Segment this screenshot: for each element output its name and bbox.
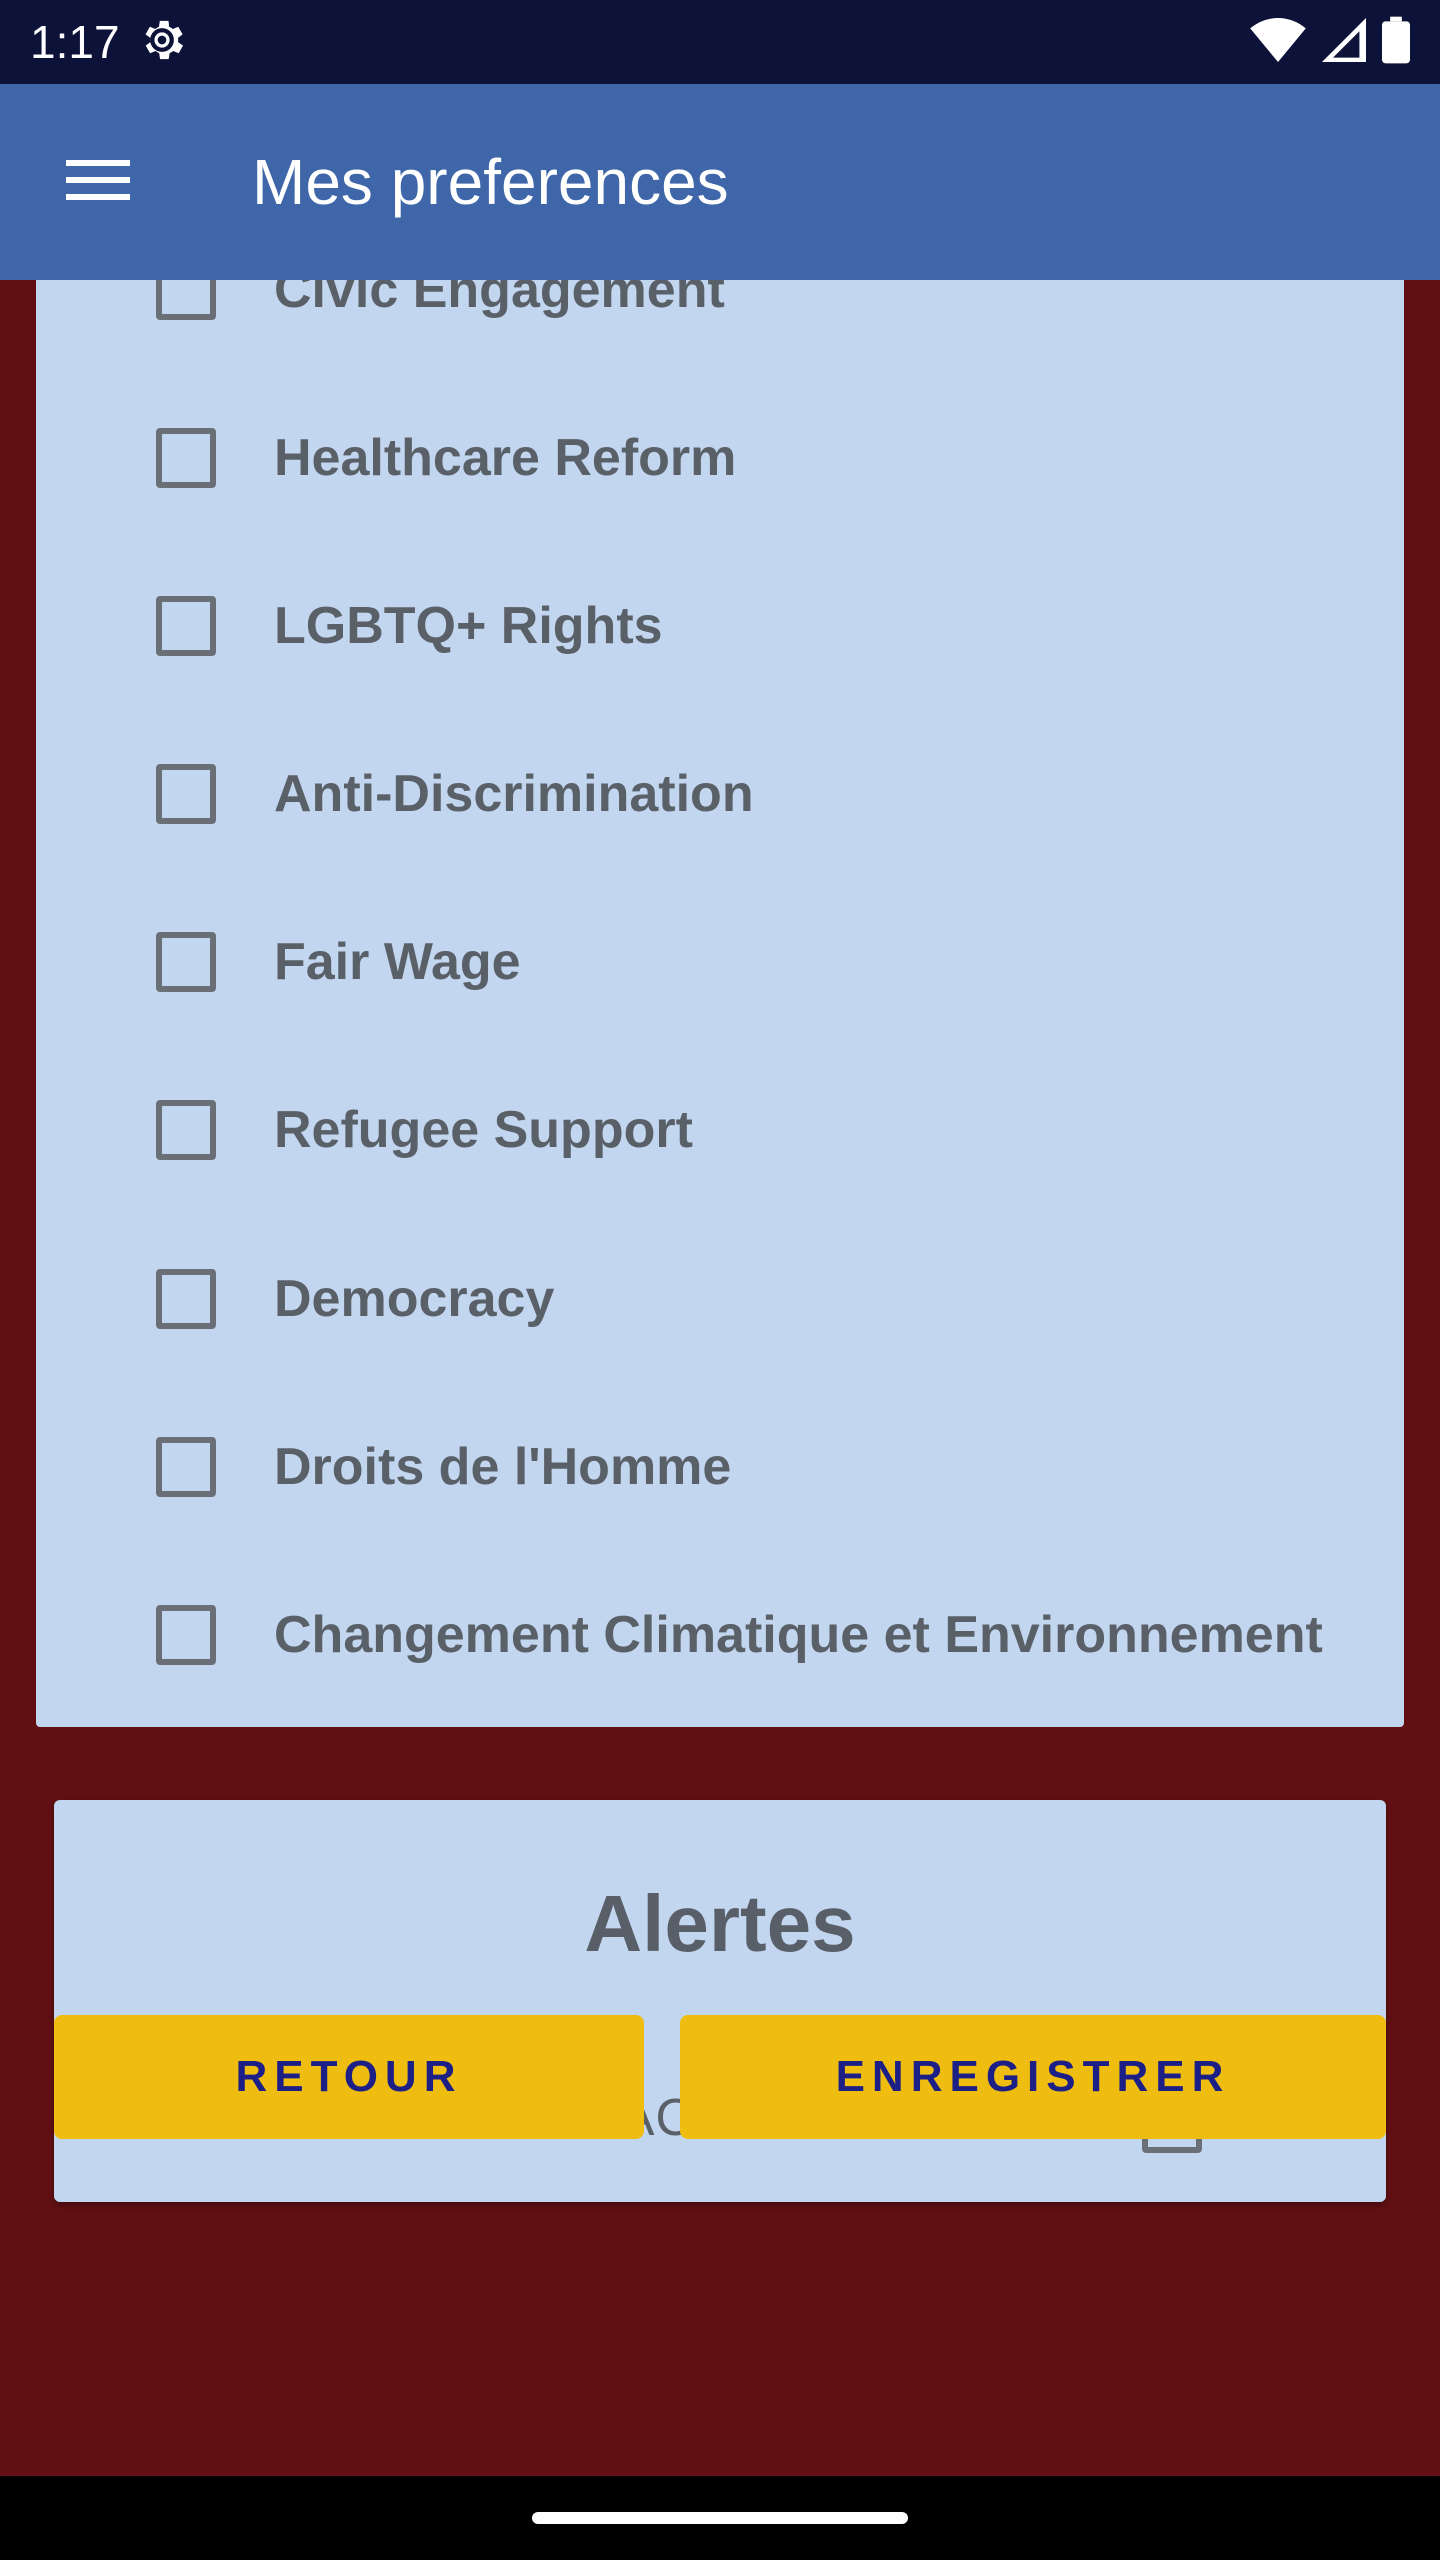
preference-label: Droits de l'Homme [274,1438,732,1496]
checkbox[interactable] [156,280,216,320]
save-button[interactable]: ENREGISTRER [680,2015,1386,2139]
preference-item-healthcare-reform[interactable]: Healthcare Reform [156,408,1386,508]
preference-item-democracy[interactable]: Democracy [156,1249,1386,1349]
preference-label: Democracy [274,1270,555,1328]
preference-item-droits-de-lhomme[interactable]: Droits de l'Homme [156,1417,1386,1517]
preferences-card: Civic Engagement Healthcare Reform LGBTQ… [36,280,1404,1727]
navigation-bar [0,2476,1440,2560]
app-bar: Mes preferences [0,84,1440,280]
home-gesture-handle[interactable] [532,2512,908,2524]
status-right [1250,16,1410,69]
content-area: Civic Engagement Healthcare Reform LGBTQ… [0,280,1440,2476]
status-left: 1:17 [30,14,188,71]
preference-item-anti-discrimination[interactable]: Anti-Discrimination [156,744,1386,844]
status-bar: 1:17 [0,0,1440,84]
preference-label: Anti-Discrimination [274,765,754,823]
preference-item-lgbtq-rights[interactable]: LGBTQ+ Rights [156,576,1386,676]
alerts-title: Alertes [584,1879,856,1968]
battery-icon [1382,16,1410,69]
preference-label: Healthcare Reform [274,429,737,487]
preference-item-refugee-support[interactable]: Refugee Support [156,1080,1386,1180]
page-title: Mes preferences [252,146,729,218]
checkbox[interactable] [156,1437,216,1497]
preference-label: Changement Climatique et Environnement [274,1606,1323,1664]
checkbox[interactable] [156,428,216,488]
signal-icon [1322,17,1366,67]
preference-item-changement-climatique[interactable]: Changement Climatique et Environnement [156,1585,1386,1685]
preference-label: Civic Engagement [274,280,725,319]
back-button[interactable]: RETOUR [54,2015,644,2139]
preference-item-fair-wage[interactable]: Fair Wage [156,912,1386,1012]
gear-icon [136,14,188,71]
menu-button[interactable] [0,84,196,280]
checkbox[interactable] [156,1605,216,1665]
checkbox[interactable] [156,1269,216,1329]
preference-item-civic-engagement[interactable]: Civic Engagement [156,280,1386,340]
alerts-card: Alertes ACTIVER/DESACTIVER : [54,1800,1386,2202]
wifi-icon [1250,17,1306,67]
checkbox[interactable] [156,1100,216,1160]
checkbox[interactable] [156,596,216,656]
hamburger-menu-icon [66,156,130,209]
checkbox[interactable] [156,764,216,824]
preference-label: Refugee Support [274,1101,693,1159]
checkbox[interactable] [156,932,216,992]
status-time: 1:17 [30,16,120,68]
preference-label: Fair Wage [274,933,521,991]
preference-label: LGBTQ+ Rights [274,597,663,655]
